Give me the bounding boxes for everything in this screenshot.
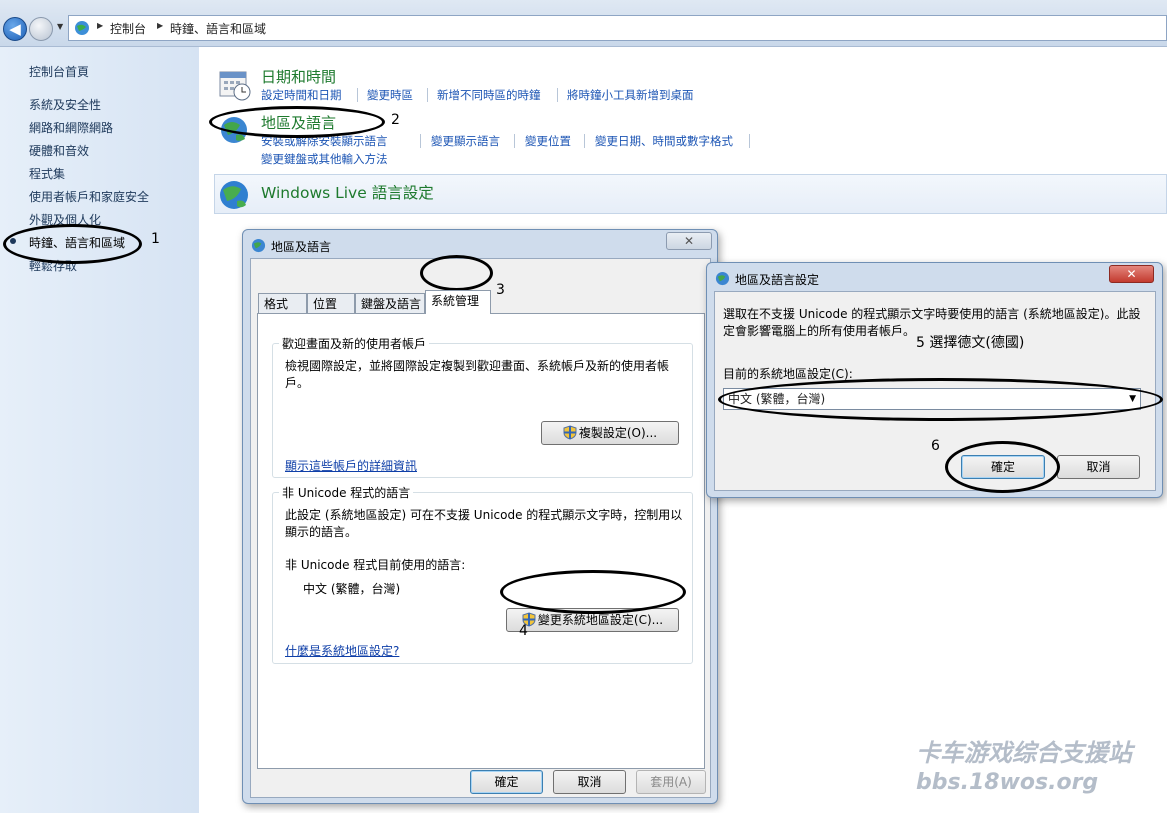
sidebar: 控制台首頁 系統及安全性 網路和網際網路 硬體和音效 程式集 使用者帳戶和家庭安… [0, 47, 199, 813]
sidebar-item-system-security[interactable]: 系統及安全性 [29, 96, 101, 113]
breadcrumb-clock-language-region[interactable]: 時鐘、語言和區域 [170, 20, 266, 37]
tab-administrative[interactable]: 系統管理 [425, 290, 491, 314]
ok-button[interactable]: 確定 [961, 455, 1045, 479]
selected-bullet-icon [10, 238, 16, 244]
site-watermark: 卡车游戏综合支援站 bbs.18wos.org [916, 733, 1132, 795]
annotation-step-4: 4 [519, 623, 528, 639]
annotation-step-6: 6 [931, 438, 940, 454]
back-button[interactable]: ◀ [3, 17, 27, 41]
region-language-settings-dialog: 地區及語言設定 ✕ 選取在不支援 Unicode 的程式顯示文字時要使用的語言 … [706, 262, 1163, 498]
ok-button[interactable]: 確定 [470, 770, 543, 794]
breadcrumb-control-panel[interactable]: 控制台 [110, 20, 146, 37]
category-title-region[interactable]: 地區及語言 [261, 112, 336, 133]
address-box[interactable]: ▶ 控制台 ▶ 時鐘、語言和區域 [68, 15, 1167, 41]
group-description: 檢視國際設定，並將國際設定複製到歡迎畫面、系統帳戶及新的使用者帳戶。 [285, 359, 670, 390]
watermark-line-2: bbs.18wos.org [916, 770, 1099, 795]
sidebar-item-network[interactable]: 網路和網際網路 [29, 119, 113, 136]
tab-location[interactable]: 位置 [307, 293, 355, 315]
sidebar-item-hardware-sound[interactable]: 硬體和音效 [29, 142, 89, 159]
sidebar-item-user-accounts[interactable]: 使用者帳戶和家庭安全 [29, 188, 149, 205]
system-locale-select[interactable]: 中文 (繁體，台灣) ▼ [723, 388, 1141, 410]
tab-formats[interactable]: 格式 [258, 293, 307, 315]
globe-icon [220, 181, 248, 209]
dialog-title: 地區及語言設定 [735, 273, 820, 287]
administrative-panel: 歡迎畫面及新的使用者帳戶 檢視國際設定，並將國際設定複製到歡迎畫面、系統帳戶及新… [257, 313, 705, 769]
group-description: 此設定 (系統地區設定) 可在不支援 Unicode 的程式顯示文字時，控制用以… [285, 508, 683, 539]
close-button[interactable]: ✕ [666, 232, 712, 250]
address-bar: ◀ ▼ ▶ 控制台 ▶ 時鐘、語言和區域 [0, 0, 1167, 47]
link-separator [584, 134, 585, 148]
link-separator [557, 88, 558, 102]
link-add-clock-gadget[interactable]: 將時鐘小工具新增到桌面 [567, 87, 694, 103]
dialog-body: 格式 位置 鍵盤及語言 系統管理 歡迎畫面及新的使用者帳戶 檢視國際設定，並將國… [250, 258, 711, 798]
link-separator [514, 134, 515, 148]
globe-icon [715, 271, 730, 286]
link-change-timezone[interactable]: 變更時區 [367, 87, 413, 103]
cancel-button[interactable]: 取消 [1057, 455, 1140, 479]
sidebar-item-appearance[interactable]: 外觀及個人化 [29, 211, 101, 228]
link-change-location[interactable]: 變更位置 [525, 133, 571, 149]
forward-button[interactable] [29, 17, 53, 41]
link-change-keyboards[interactable]: 變更鍵盤或其他輸入方法 [261, 151, 388, 167]
link-change-display-language[interactable]: 變更顯示語言 [431, 133, 500, 149]
apply-button[interactable]: 套用(A) [636, 770, 706, 794]
non-unicode-group: 非 Unicode 程式的語言 此設定 (系統地區設定) 可在不支援 Unico… [272, 484, 693, 664]
copy-settings-label: 複製設定(O)... [578, 426, 658, 440]
dialog-title: 地區及語言 [271, 240, 332, 254]
region-language-dialog: 地區及語言 ✕ 格式 位置 鍵盤及語言 系統管理 歡迎畫面及新的使用者帳戶 檢視… [242, 229, 718, 804]
current-language-label: 非 Unicode 程式目前使用的語言: [285, 558, 466, 572]
breadcrumb-arrow-icon[interactable]: ▶ [97, 21, 103, 30]
annotation-step-3: 3 [496, 282, 505, 298]
link-set-time-date[interactable]: 設定時間和日期 [261, 87, 342, 103]
tab-keyboards-languages[interactable]: 鍵盤及語言 [355, 293, 425, 315]
welcome-screen-group: 歡迎畫面及新的使用者帳戶 檢視國際設定，並將國際設定複製到歡迎畫面、系統帳戶及新… [272, 335, 693, 478]
sidebar-item-programs[interactable]: 程式集 [29, 165, 65, 182]
copy-settings-button[interactable]: 複製設定(O)... [541, 421, 679, 445]
annotation-step-2: 2 [391, 112, 400, 128]
calendar-clock-icon [219, 71, 251, 101]
globe-icon [251, 238, 266, 253]
sidebar-item-home[interactable]: 控制台首頁 [29, 63, 89, 80]
system-locale-label: 目前的系統地區設定(C): [723, 367, 853, 381]
link-separator [427, 88, 428, 102]
globe-clock-icon [221, 117, 247, 143]
sidebar-item-ease-of-access[interactable]: 輕鬆存取 [29, 257, 77, 274]
system-locale-help-link[interactable]: 什麼是系統地區設定? [285, 642, 399, 659]
close-button[interactable]: ✕ [1109, 265, 1154, 283]
account-details-link[interactable]: 顯示這些帳戶的詳細資訊 [285, 457, 417, 474]
category-title-windows-live[interactable]: Windows Live 語言設定 [261, 181, 434, 203]
current-language-value: 中文 (繁體，台灣) [303, 582, 401, 596]
link-separator [420, 134, 421, 148]
uac-shield-icon [563, 425, 577, 440]
link-separator [357, 88, 358, 102]
cancel-button[interactable]: 取消 [553, 770, 626, 794]
link-change-formats[interactable]: 變更日期、時間或數字格式 [595, 133, 733, 149]
annotation-step-1: 1 [151, 231, 160, 247]
recent-pages-chevron-icon[interactable]: ▼ [57, 22, 63, 31]
breadcrumb-arrow-icon[interactable]: ▶ [157, 21, 163, 30]
chevron-down-icon: ▼ [1129, 394, 1136, 404]
dialog-body: 選取在不支援 Unicode 的程式顯示文字時要使用的語言 (系統地區設定)。此… [714, 291, 1156, 491]
watermark-line-1: 卡车游戏综合支援站 [916, 739, 1132, 767]
system-locale-value: 中文 (繁體，台灣) [728, 392, 826, 406]
group-title: 歡迎畫面及新的使用者帳戶 [279, 335, 430, 352]
change-system-locale-button[interactable]: 變更系統地區設定(C)... [506, 608, 679, 632]
link-separator [749, 134, 750, 148]
control-panel-icon [75, 21, 89, 35]
change-system-locale-label: 變更系統地區設定(C)... [537, 613, 664, 627]
category-title-datetime[interactable]: 日期和時間 [261, 66, 336, 87]
annotation-step-5: 5 選擇德文(德國) [916, 335, 1025, 351]
group-title: 非 Unicode 程式的語言 [279, 484, 414, 501]
link-install-display-languages[interactable]: 安裝或解除安裝顯示語言 [261, 133, 388, 149]
link-add-clocks[interactable]: 新增不同時區的時鐘 [437, 87, 541, 103]
sidebar-item-clock-language-region[interactable]: 時鐘、語言和區域 [29, 234, 125, 251]
